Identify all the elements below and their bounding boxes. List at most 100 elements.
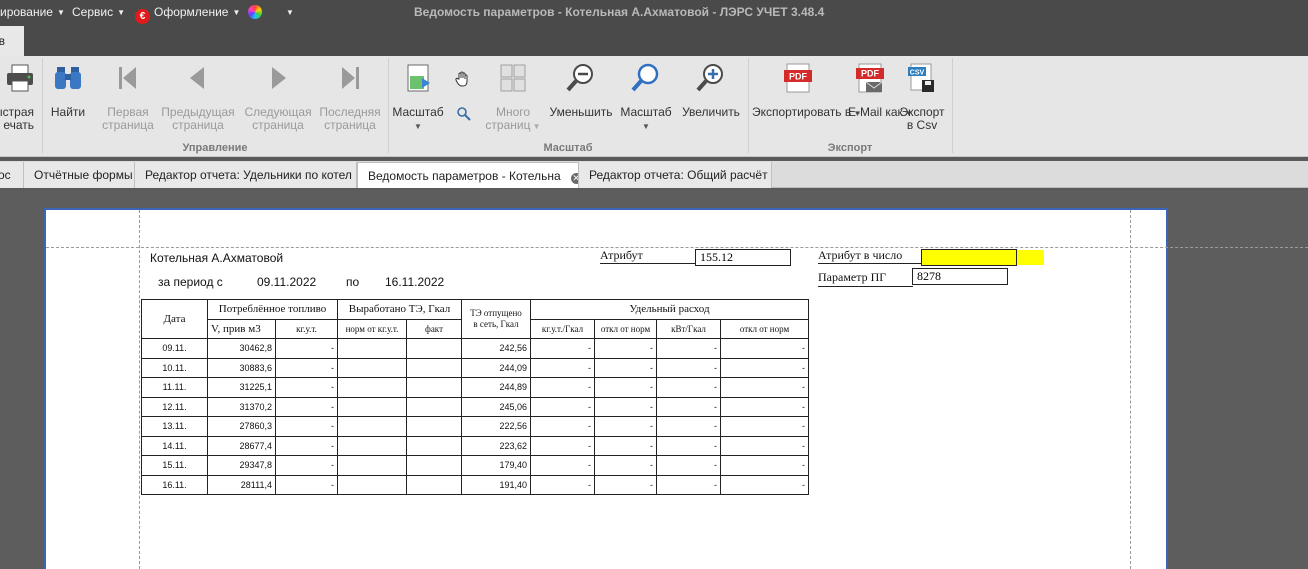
export-to-button[interactable]: PDF Экспортировать в ▼ <box>752 56 861 144</box>
doc-tab-report-forms[interactable]: Отчётные формы <box>24 162 135 188</box>
margin-guide-left <box>139 210 140 569</box>
scale-button[interactable]: Масштаб ▼ <box>392 56 444 144</box>
print-preview-area[interactable]: Котельная А.Ахматовой за период с 09.11.… <box>0 190 1308 569</box>
table-cell-sp2: - <box>594 455 657 476</box>
printer-icon <box>7 64 33 92</box>
zoom-out-button[interactable]: Уменьшить <box>548 56 614 144</box>
color-wheel-icon[interactable] <box>248 5 262 19</box>
ribbon: ыстрая ечать Найти Первая страница Преды… <box>0 56 1308 157</box>
quick-print-button[interactable]: ыстрая ечать <box>0 56 40 144</box>
zoom-in-label: Увеличить <box>682 105 740 119</box>
table-row: 10.11. 30883,6-244,09- - - - <box>141 357 809 378</box>
zoom-in-icon <box>696 64 723 92</box>
table-cell-sp1: - <box>530 377 595 398</box>
svg-text:CSV: CSV <box>910 70 925 77</box>
table-cell-norm <box>337 474 407 495</box>
zoom-in-button[interactable]: Увеличить <box>678 56 744 144</box>
table-cell-sp4: - <box>720 357 809 378</box>
email-pdf-icon: PDF <box>856 63 884 93</box>
table-cell-te: 223,62 <box>461 435 531 456</box>
menu-item-service[interactable]: Сервис ▼ <box>72 5 125 19</box>
table-cell-fact <box>406 357 462 378</box>
table-row: 12.11. 31370,2-245,06- - - - <box>141 396 809 417</box>
doc-tab-parameters-statement[interactable]: Ведомость параметров - Котельна ✕ <box>357 162 579 188</box>
zoom-button[interactable]: Масштаб ▼ <box>618 56 674 144</box>
report-page: Котельная А.Ахматовой за период с 09.11.… <box>44 208 1308 569</box>
table-cell-sp1: - <box>530 338 595 359</box>
table-row: 14.11. 28677,4-223,62- - - - <box>141 435 809 456</box>
table-cell-te: 244,09 <box>461 357 531 378</box>
table-cell-fact <box>406 338 462 359</box>
next-page-button[interactable]: Следующая страница <box>242 56 314 144</box>
menu-item-management[interactable]: ирование ▼ <box>0 5 65 19</box>
doc-tab-partial[interactable]: ос <box>0 162 24 188</box>
table-cell-sp3: - <box>656 338 721 359</box>
table-cell-date: 15.11. <box>141 455 208 476</box>
find-button[interactable]: Найти <box>46 56 90 144</box>
table-cell-sp3: - <box>656 357 721 378</box>
title-bar: ирование ▼ Сервис ▼ € Оформление ▼ ▼ Ведомос… <box>0 0 1308 26</box>
export-csv-label: Экспорт в Csv <box>899 105 945 132</box>
table-cell-v: 27860,3 <box>207 416 276 437</box>
table-cell-sp4: - <box>720 396 809 417</box>
zoom-out-label: Уменьшить <box>549 105 613 119</box>
table-cell-te: 191,40 <box>461 474 531 495</box>
table-cell-fact <box>406 416 462 437</box>
doc-tab-active-label: Ведомость параметров - Котельна <box>368 169 561 183</box>
many-pages-icon <box>500 64 526 92</box>
doc-tab-report-editor-specific[interactable]: Редактор отчета: Удельники по котел <box>135 162 357 188</box>
table-cell-kg: - <box>275 435 338 456</box>
many-pages-button[interactable]: Много страниц ▼ <box>482 56 544 144</box>
table-cell-fact <box>406 435 462 456</box>
table-cell-sp3: - <box>656 416 721 437</box>
last-page-button[interactable]: Последняя страница <box>318 56 382 144</box>
table-cell-kg: - <box>275 357 338 378</box>
attr-num-value <box>921 249 1017 266</box>
parameters-table: Дата Потреблённое топливо Выработано ТЭ,… <box>141 299 809 495</box>
email-as-button[interactable]: PDF E-Mail как ▼ <box>848 56 913 144</box>
header-specific: Удельный расход <box>530 299 809 320</box>
table-cell-date: 14.11. <box>141 435 208 456</box>
zoom-icon <box>631 63 659 92</box>
attr-value: 155.12 <box>695 249 791 266</box>
app-logo-icon: € <box>135 9 150 24</box>
prev-page-label: Предыдущая страница <box>161 105 235 132</box>
group-separator <box>952 58 953 153</box>
menu-item-appearance[interactable]: € Оформление ▼ <box>135 5 240 24</box>
header-produced: Выработано ТЭ, Гкал <box>337 299 462 320</box>
quick-access-dropdown[interactable]: ▼ <box>282 5 294 19</box>
close-tab-icon[interactable]: ✕ <box>570 173 578 184</box>
table-cell-sp4: - <box>720 474 809 495</box>
csv-icon: CSV <box>908 63 934 92</box>
table-cell-v: 31370,2 <box>207 396 276 417</box>
first-page-button[interactable]: Первая страница <box>98 56 158 144</box>
table-cell-sp4: - <box>720 338 809 359</box>
first-page-label: Первая страница <box>102 105 154 132</box>
export-csv-button[interactable]: CSV Экспорт в Csv <box>896 56 948 144</box>
magnifier-icon[interactable] <box>456 106 472 122</box>
prev-page-button[interactable]: Предыдущая страница <box>160 56 236 144</box>
table-cell-sp2: - <box>594 435 657 456</box>
table-cell-fact <box>406 377 462 398</box>
table-cell-date: 11.11. <box>141 377 208 398</box>
header-fuel: Потреблённое топливо <box>207 299 338 320</box>
doc-tab-report-editor-total[interactable]: Редактор отчета: Общий расчёт <box>579 162 772 188</box>
email-as-label: E-Mail как ▼ <box>848 105 913 119</box>
table-cell-fact <box>406 396 462 417</box>
yellow-highlight <box>1017 250 1044 265</box>
margin-guide-right <box>1130 210 1131 569</box>
table-cell-norm <box>337 377 407 398</box>
group-label-export: Экспорт <box>827 142 873 154</box>
param-pg-label: Параметр ПГ <box>818 270 913 287</box>
table-cell-te: 179,40 <box>461 455 531 476</box>
last-page-label: Последняя страница <box>319 105 381 132</box>
table-cell-kg: - <box>275 377 338 398</box>
first-page-icon <box>119 67 136 89</box>
ribbon-tab-preview[interactable]: ов <box>0 26 24 56</box>
hand-icon[interactable] <box>454 70 472 88</box>
group-label-scale: Масштаб <box>543 142 593 154</box>
table-cell-kg: - <box>275 474 338 495</box>
table-row: 11.11. 31225,1-244,89- - - - <box>141 377 809 398</box>
boiler-name: Котельная А.Ахматовой <box>150 251 284 265</box>
table-cell-date: 12.11. <box>141 396 208 417</box>
